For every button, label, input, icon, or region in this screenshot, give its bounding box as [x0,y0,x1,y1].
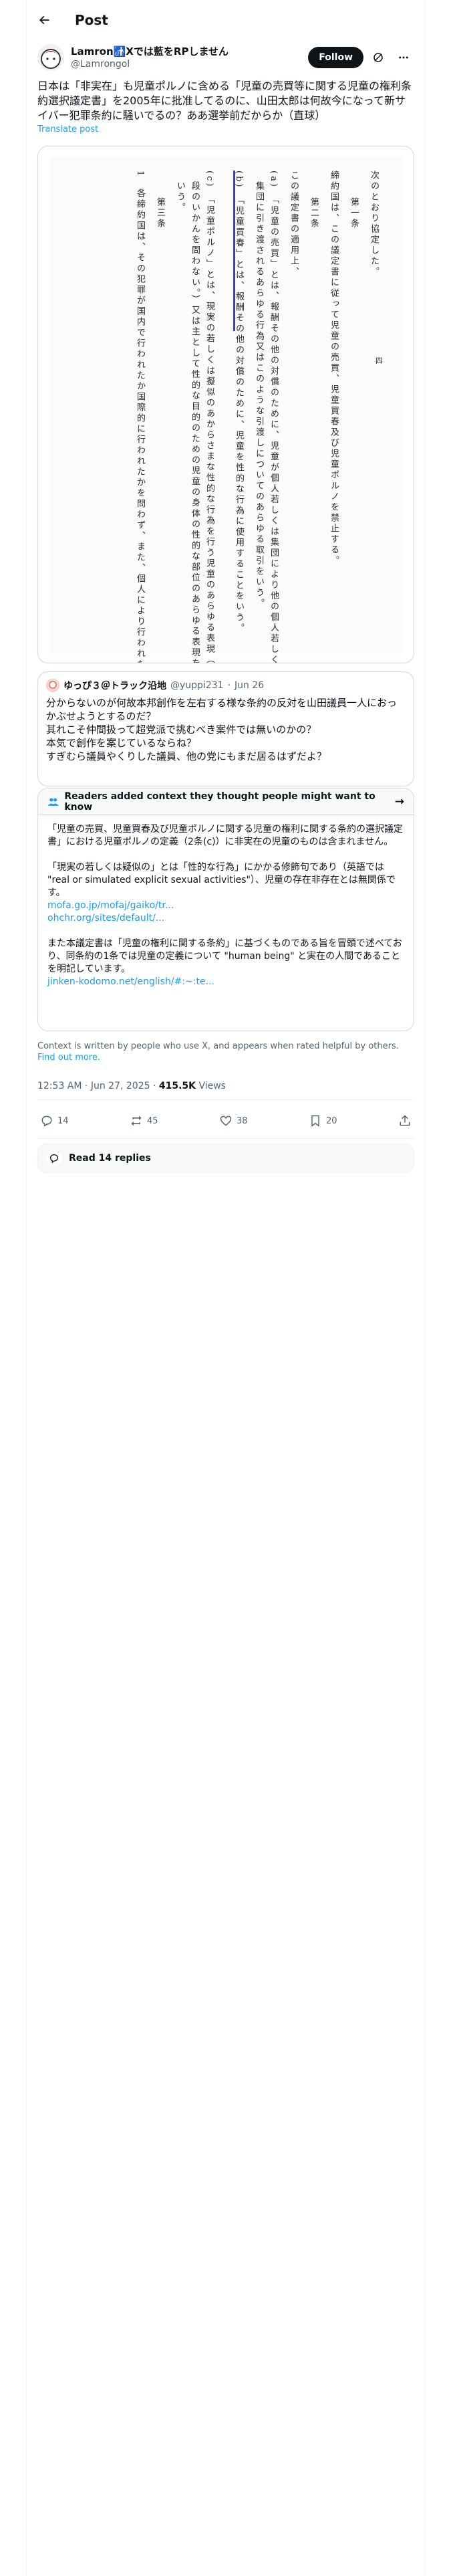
share-icon [400,1115,410,1126]
post-image[interactable]: 四 次のとおり協定した。 第一条 締約国は、この議定書に従って児童の売買、児童買… [37,146,414,663]
post-date[interactable]: Jun 27, 2025 [91,1081,150,1091]
repost-icon [131,1115,142,1126]
reply-count: 14 [57,1115,69,1126]
back-arrow-icon [39,15,49,25]
bookmark-button[interactable]: 20 [309,1114,337,1128]
bookmark-icon [311,1115,319,1127]
arrow-right-icon: → [394,794,404,809]
community-note-link[interactable]: jinken-kodomo.net/english/#:~:te... [47,976,404,988]
community-note-title: Readers added context they thought peopl… [64,790,375,813]
action-bar: 14 45 38 20 [37,1105,414,1137]
translate-post-link[interactable]: Translate post [37,124,98,134]
post-timestamp: 12:53 AM · Jun 27, 2025 · 415.5K Views [37,1081,226,1091]
post-text: 日本は「非実在」も児童ポルノに含める「児童の売買等に関する児童の権利条約選択議定… [37,80,412,122]
post-time[interactable]: 12:53 AM [37,1081,82,1091]
community-note-paragraph: 「現実の若しくは疑似の」とは「性的な行為」にかかる修飾句であり（英語では "re… [47,862,396,898]
document-page: 四 次のとおり協定した。 第一条 締約国は、この議定書に従って児童の売買、児童買… [50,157,403,663]
author-display-name[interactable]: Lamron🚮Xでは藍をRPしません [71,45,229,58]
community-note-link[interactable]: mofa.go.jp/mofaj/gaiko/tr... [47,899,404,912]
divider [37,1099,414,1100]
community-note: Readers added context they thought peopl… [37,788,414,1031]
document-column: (c) 「児童ポルノ」とは、現実の若しくは擬似のあからさまな性的な行為を行う児童… [204,171,214,663]
repost-button[interactable]: 45 [130,1114,158,1128]
grok-icon [373,53,383,62]
find-out-more-link[interactable]: Find out more. [37,1053,100,1063]
quoted-avatar [46,679,59,692]
page-title: Post [75,12,108,28]
post-author: Lamron🚮Xでは藍をRPしません @Lamrongol Follow [37,43,414,72]
document-column: 第三条 [155,197,165,229]
column-border-left [26,0,27,2576]
quoted-text: 分からないのが何故本邦創作を左右する様な条約の反対を山田議員一人におっかぶせよう… [46,697,398,762]
views-label: Views [198,1081,226,1091]
avatar[interactable] [37,44,64,71]
bookmark-count: 20 [326,1115,337,1126]
highlight-mark [233,171,235,331]
quoted-display-name: ゆっぴ３＠トラック沿地 [63,681,166,691]
like-count: 38 [237,1115,248,1126]
document-column: 集団に引き渡されるあらゆる行為又はこのような引渡しについてのあらゆる取引をいう。 [254,171,264,609]
reply-icon [41,1115,52,1127]
document-column: (a) 「児童の売買」とは、報酬その他の対償のために、児童が個人若しくは集団によ… [269,171,279,663]
quoted-handle: @yuppi231 [170,680,224,691]
post-header: Post [27,0,425,40]
follow-button[interactable]: Follow [308,47,363,68]
more-icon [399,56,408,59]
people-icon [47,798,59,806]
heart-icon [220,1115,232,1126]
document-column: 1 各締約国は、その犯罪が国内で行われたか国際的に行われたかを問わず、また、個人… [135,171,145,663]
reply-icon [46,1150,62,1166]
view-count: 415.5K [158,1081,196,1091]
community-note-link[interactable]: ohchr.org/sites/default/... [47,912,404,925]
document-column: 締約国は、この議定書に従って児童の売買、児童買春及び児童ポルノを禁止する。 [329,171,339,566]
repost-count: 45 [147,1115,158,1126]
document-column: 第一条 [349,197,359,229]
community-note-paragraph: 「児童の売買、児童買春及び児童ポルノに関する児童の権利に関する条約の選択議定書」… [47,824,403,847]
document-column: 次のとおり協定した。 [369,171,379,278]
quoted-post[interactable]: ゆっぴ３＠トラック沿地 @yuppi231 · Jun 26 分からないのが何故… [37,671,414,786]
community-note-footer-text: Context is written by people who use X, … [37,1041,399,1051]
community-note-footer: Context is written by people who use X, … [37,1041,414,1063]
share-button[interactable] [398,1114,412,1128]
community-note-header[interactable]: Readers added context they thought peopl… [38,788,414,815]
quoted-separator: · [227,680,231,691]
divider [37,1138,414,1139]
like-button[interactable]: 38 [219,1114,248,1128]
column-border-right [425,0,426,2576]
read-replies-label: Read 14 replies [69,1153,151,1164]
more-button[interactable] [393,47,414,68]
quoted-date: Jun 26 [235,680,265,691]
community-note-paragraph: また本議定書は「児童の権利に関する条約」に基づくものである旨を冒頭で述べており、… [47,938,402,974]
document-column: この議定書の適用上、 [289,171,299,278]
back-button[interactable] [32,8,56,32]
document-column: 第二条 [309,197,319,229]
document-column: いう。 [175,171,185,213]
read-replies-button[interactable]: Read 14 replies [37,1144,414,1173]
document-column: 段のいかんを問わない。）又は主として性的な目的のための児童の身体の性的な部位のあ… [190,171,200,663]
reply-button[interactable]: 14 [40,1114,69,1128]
author-handle[interactable]: @Lamrongol [71,58,229,70]
grok-button[interactable] [367,47,389,68]
